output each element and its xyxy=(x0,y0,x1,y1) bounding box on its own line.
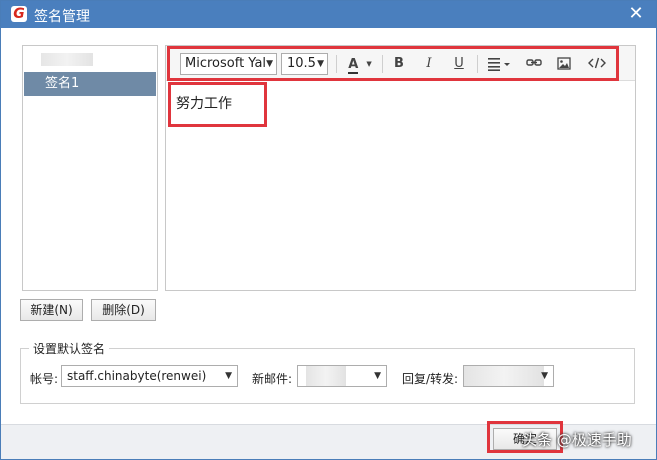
new-mail-signature-select[interactable]: ▼ xyxy=(297,365,387,387)
account-value: staff.chinabyte(renwei) xyxy=(67,369,207,383)
watermark: 头条 @极速手助 xyxy=(522,431,632,449)
chevron-down-icon: ▼ xyxy=(225,371,232,381)
signature-list[interactable]: 签名1 xyxy=(22,45,158,291)
dialog-title: 签名管理 xyxy=(34,9,90,25)
blurred-list-item xyxy=(41,53,93,66)
new-signature-button[interactable]: 新建(N) xyxy=(20,299,83,321)
title-bar: G 签名管理 ✕ xyxy=(1,1,656,28)
chevron-down-icon: ▼ xyxy=(541,371,548,381)
reply-forward-label: 回复/转发: xyxy=(402,372,459,386)
delete-signature-button[interactable]: 删除(D) xyxy=(91,299,156,321)
reply-signature-select[interactable]: ▼ xyxy=(463,365,554,387)
default-signature-legend: 设置默认签名 xyxy=(29,340,110,357)
close-icon[interactable]: ✕ xyxy=(626,4,646,24)
editor-content-area[interactable]: 努力工作 xyxy=(166,82,635,290)
account-label: 帐号: xyxy=(30,372,59,386)
blurred-value xyxy=(464,366,544,386)
blurred-value xyxy=(306,366,346,386)
editor-toolbar: Microsoft Yal ▼ 10.5 ▼ A ▼ B I U xyxy=(166,46,635,81)
toolbar-highlight-box xyxy=(167,46,619,81)
signature-editor: Microsoft Yal ▼ 10.5 ▼ A ▼ B I U 努力工作 xyxy=(165,45,636,291)
signature-dialog: G 签名管理 ✕ 签名1 Microsoft Yal ▼ 10.5 ▼ A ▼ … xyxy=(0,0,657,460)
chevron-down-icon: ▼ xyxy=(374,371,381,381)
dialog-footer: 确定 头条 @极速手助 xyxy=(1,421,656,459)
app-logo-icon: G xyxy=(11,6,27,22)
new-mail-label: 新邮件: xyxy=(252,372,293,386)
dialog-body: 签名1 Microsoft Yal ▼ 10.5 ▼ A ▼ B I U 努力工… xyxy=(1,28,656,424)
default-signature-group: 设置默认签名 帐号: staff.chinabyte(renwei) ▼ 新邮件… xyxy=(20,340,635,404)
signature-list-item[interactable]: 签名1 xyxy=(24,72,156,96)
account-select[interactable]: staff.chinabyte(renwei) ▼ xyxy=(61,365,238,387)
content-highlight-box xyxy=(168,82,267,127)
